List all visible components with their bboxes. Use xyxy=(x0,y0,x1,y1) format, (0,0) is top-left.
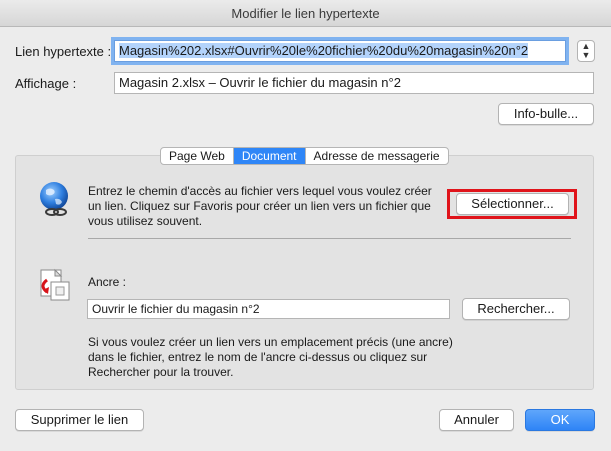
highlight-box xyxy=(447,189,577,219)
document-instructions: Entrez le chemin d'accès au fichier vers… xyxy=(88,184,432,228)
anchor-input[interactable]: Ouvrir le fichier du magasin n°2 xyxy=(87,299,450,319)
tab-bar: Page Web Document Adresse de messagerie xyxy=(160,147,449,165)
divider xyxy=(88,238,571,239)
cancel-button[interactable]: Annuler xyxy=(439,409,514,431)
link-label: Lien hypertexte : xyxy=(15,44,112,59)
anchor-help-text: Si vous voulez créer un lien vers un emp… xyxy=(88,335,453,379)
link-input[interactable]: Magasin%202.xlsx#Ouvrir%20le%20fichier%2… xyxy=(114,40,566,62)
remove-link-button[interactable]: Supprimer le lien xyxy=(15,409,144,431)
display-input[interactable]: Magasin 2.xlsx – Ouvrir le fichier du ma… xyxy=(114,72,594,94)
window-title: Modifier le lien hypertexte xyxy=(0,0,611,27)
ok-button[interactable]: OK xyxy=(525,409,595,431)
tooltip-button[interactable]: Info-bulle... xyxy=(498,103,594,125)
tab-web-page[interactable]: Page Web xyxy=(161,148,234,164)
anchor-label: Ancre : xyxy=(88,275,127,289)
stepper-icon[interactable]: ▲ ▼ xyxy=(577,40,595,62)
globe-link-icon xyxy=(40,182,68,216)
tab-document[interactable]: Document xyxy=(233,148,306,164)
link-value: Magasin%202.xlsx#Ouvrir%20le%20fichier%2… xyxy=(119,43,529,58)
tab-email-address[interactable]: Adresse de messagerie xyxy=(306,148,448,164)
search-button[interactable]: Rechercher... xyxy=(462,298,570,320)
display-label: Affichage : xyxy=(15,76,77,91)
anchor-file-icon xyxy=(40,268,70,301)
